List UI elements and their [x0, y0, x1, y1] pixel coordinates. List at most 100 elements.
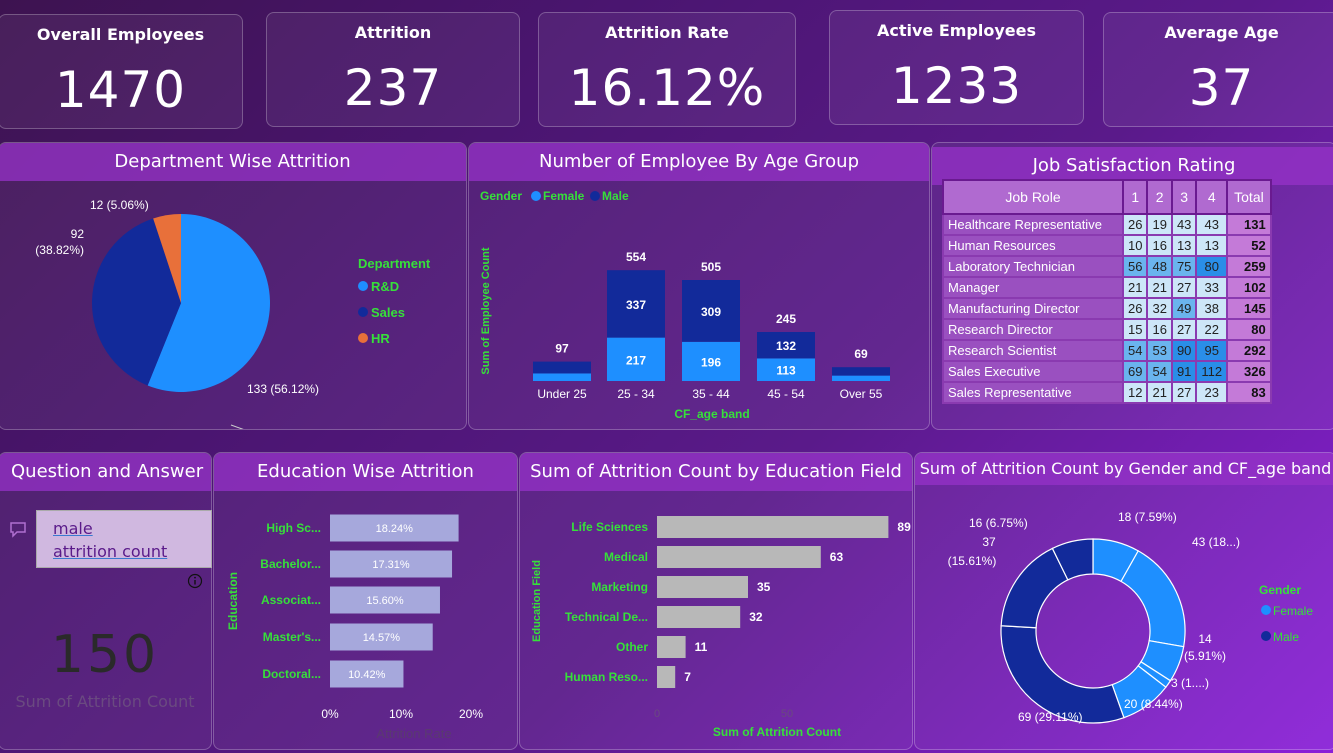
kpi-value: 237 — [343, 59, 443, 117]
x-tick: 0 — [654, 708, 660, 720]
kpi-title: Overall Employees — [36, 25, 205, 44]
job-satisfaction-panel[interactable]: Job Satisfaction Rating Job Role 1 2 3 4… — [931, 142, 1333, 430]
kpi-value: 1470 — [54, 61, 187, 119]
rating-cell: 27 — [1170, 381, 1198, 404]
column-header-job-role[interactable]: Job Role — [942, 179, 1124, 215]
table-row[interactable]: Sales Representative 12 21 27 23 83 — [942, 381, 1272, 404]
bar-value-male: 132 — [776, 339, 796, 353]
bar-male[interactable] — [533, 361, 591, 374]
column-header-4[interactable]: 4 — [1195, 179, 1229, 215]
bar-value-label: 63 — [830, 550, 844, 564]
row-job-role: Healthcare Representative — [942, 213, 1124, 236]
x-axis-label: CF_age band — [674, 407, 749, 421]
kpi-title: Average Age — [1164, 23, 1279, 42]
y-tick: Technical De... — [565, 610, 648, 624]
x-axis-label: Attrition Rate — [376, 726, 451, 741]
donut-label: 3 (1....) — [1171, 676, 1209, 690]
rating-cell: 27 — [1170, 318, 1198, 341]
rating-cell: 12 — [1121, 381, 1149, 404]
column-header-1[interactable]: 1 — [1121, 179, 1149, 215]
donut-slice-male[interactable] — [1000, 625, 1125, 724]
age-group-panel[interactable]: Number of Employee By Age Group Gender F… — [468, 142, 930, 430]
table-row[interactable]: Research Scientist 54 53 90 95 292 — [942, 339, 1272, 362]
legend-label-male[interactable]: Male — [602, 189, 629, 203]
row-total: 80 — [1226, 318, 1272, 341]
legend-dot-male — [1261, 631, 1271, 641]
bar-value-female: 196 — [701, 355, 721, 369]
bar-male[interactable] — [832, 367, 890, 376]
question-input[interactable]: male attrition count — [36, 510, 212, 568]
info-icon[interactable] — [187, 573, 203, 589]
table-row[interactable]: Laboratory Technician 56 48 75 80 259 — [942, 255, 1272, 278]
rating-cell: 16 — [1146, 234, 1173, 257]
column-header-2[interactable]: 2 — [1146, 179, 1173, 215]
field-bar[interactable] — [657, 666, 676, 688]
donut-label: (5.91%) — [1184, 649, 1226, 663]
column-header-total[interactable]: Total — [1226, 179, 1272, 215]
legend-label-hr[interactable]: HR — [371, 331, 390, 346]
table-row[interactable]: Manufacturing Director 26 32 49 38 145 — [942, 297, 1272, 320]
legend-dot-sales — [358, 307, 368, 317]
legend-label-male[interactable]: Male — [1273, 630, 1299, 644]
rating-cell: 33 — [1195, 276, 1229, 299]
rating-cell: 80 — [1195, 255, 1229, 278]
row-total: 52 — [1226, 234, 1272, 257]
x-tick: 50 — [781, 708, 793, 720]
gender-age-donut-panel[interactable]: Sum of Attrition Count by Gender and CF_… — [914, 452, 1333, 750]
education-field-bar-chart[interactable]: Education Field 89 Life Sciences 63 Medical… — [520, 491, 913, 750]
panel-title: Number of Employee By Age Group — [469, 143, 929, 181]
row-job-role: Sales Executive — [942, 360, 1124, 383]
legend-label-female[interactable]: Female — [1273, 604, 1313, 618]
field-bar[interactable] — [657, 636, 686, 658]
table-row[interactable]: Healthcare Representative 26 19 43 43 131 — [942, 213, 1272, 236]
question-word-attrition-count: attrition count — [53, 542, 168, 561]
legend-label-sales[interactable]: Sales — [371, 305, 405, 320]
education-attrition-panel[interactable]: Education Wise Attrition Education 18.24… — [213, 452, 518, 750]
rating-cell: 13 — [1195, 234, 1229, 257]
bar-female[interactable] — [533, 373, 591, 381]
bar-value-label: 18.24% — [376, 523, 414, 535]
donut-slice-female[interactable] — [1120, 550, 1186, 648]
bar-value-label: 11 — [695, 640, 708, 654]
education-attrition-bar-chart[interactable]: Education 18.24% High Sc... 17.31% Bachelor… — [214, 491, 518, 750]
legend-label-rd[interactable]: R&D — [371, 279, 399, 294]
bar-female[interactable] — [832, 375, 890, 381]
rating-cell: 21 — [1121, 276, 1149, 299]
field-bar[interactable] — [657, 516, 889, 538]
field-bar[interactable] — [657, 576, 748, 598]
table-row[interactable]: Research Director 15 16 27 22 80 — [942, 318, 1272, 341]
kpi-title: Attrition Rate — [605, 23, 729, 42]
field-bar[interactable] — [657, 546, 821, 568]
pie-label-rd: 133 (56.12%) — [247, 382, 319, 396]
qa-panel[interactable]: Question and Answer 150 Sum of Attrition… — [0, 452, 212, 750]
kpi-card-attrition-rate: Attrition Rate 16.12% — [538, 12, 796, 127]
chat-icon — [10, 522, 26, 538]
job-satisfaction-table[interactable]: Job Role 1 2 3 4 Total Healthcare Repres… — [942, 179, 1272, 404]
bar-value-label: 17.31% — [372, 559, 410, 571]
table-row[interactable]: Sales Executive 69 54 91 112 326 — [942, 360, 1272, 383]
rating-cell: 21 — [1146, 381, 1173, 404]
age-group-bar-chart[interactable]: Gender Female Male Sum of Employee Count… — [469, 181, 930, 430]
rating-cell: 10 — [1121, 234, 1149, 257]
row-total: 326 — [1226, 360, 1272, 383]
kpi-value: 1233 — [890, 57, 1023, 115]
department-pie-chart[interactable]: 133 (56.12%) 92 (38.82%) 12 (5.06%) Depa… — [0, 181, 467, 430]
rating-cell: 54 — [1121, 339, 1149, 362]
education-field-panel[interactable]: Sum of Attrition Count by Education Fiel… — [519, 452, 913, 750]
y-axis-label: Education Field — [531, 560, 543, 642]
gender-age-donut-chart[interactable]: 18 (7.59%) 43 (18...) 14 (5.91%) 3 (1...… — [915, 485, 1333, 749]
rating-cell: 26 — [1121, 297, 1149, 320]
bar-value-label: 89 — [897, 520, 911, 534]
bar-total-label: 245 — [776, 312, 796, 326]
donut-label: 20 (8.44%) — [1124, 697, 1183, 711]
rating-cell: 21 — [1146, 276, 1173, 299]
column-header-3[interactable]: 3 — [1170, 179, 1198, 215]
field-bar[interactable] — [657, 606, 741, 628]
department-attrition-panel[interactable]: Department Wise Attrition 133 (56.12%) 9… — [0, 142, 467, 430]
bar-value-label: 7 — [684, 670, 691, 684]
rating-cell: 38 — [1195, 297, 1229, 320]
legend-label-female[interactable]: Female — [543, 189, 585, 203]
kpi-title: Active Employees — [876, 21, 1037, 40]
table-row[interactable]: Manager 21 21 27 33 102 — [942, 276, 1272, 299]
table-row[interactable]: Human Resources 10 16 13 13 52 — [942, 234, 1272, 257]
